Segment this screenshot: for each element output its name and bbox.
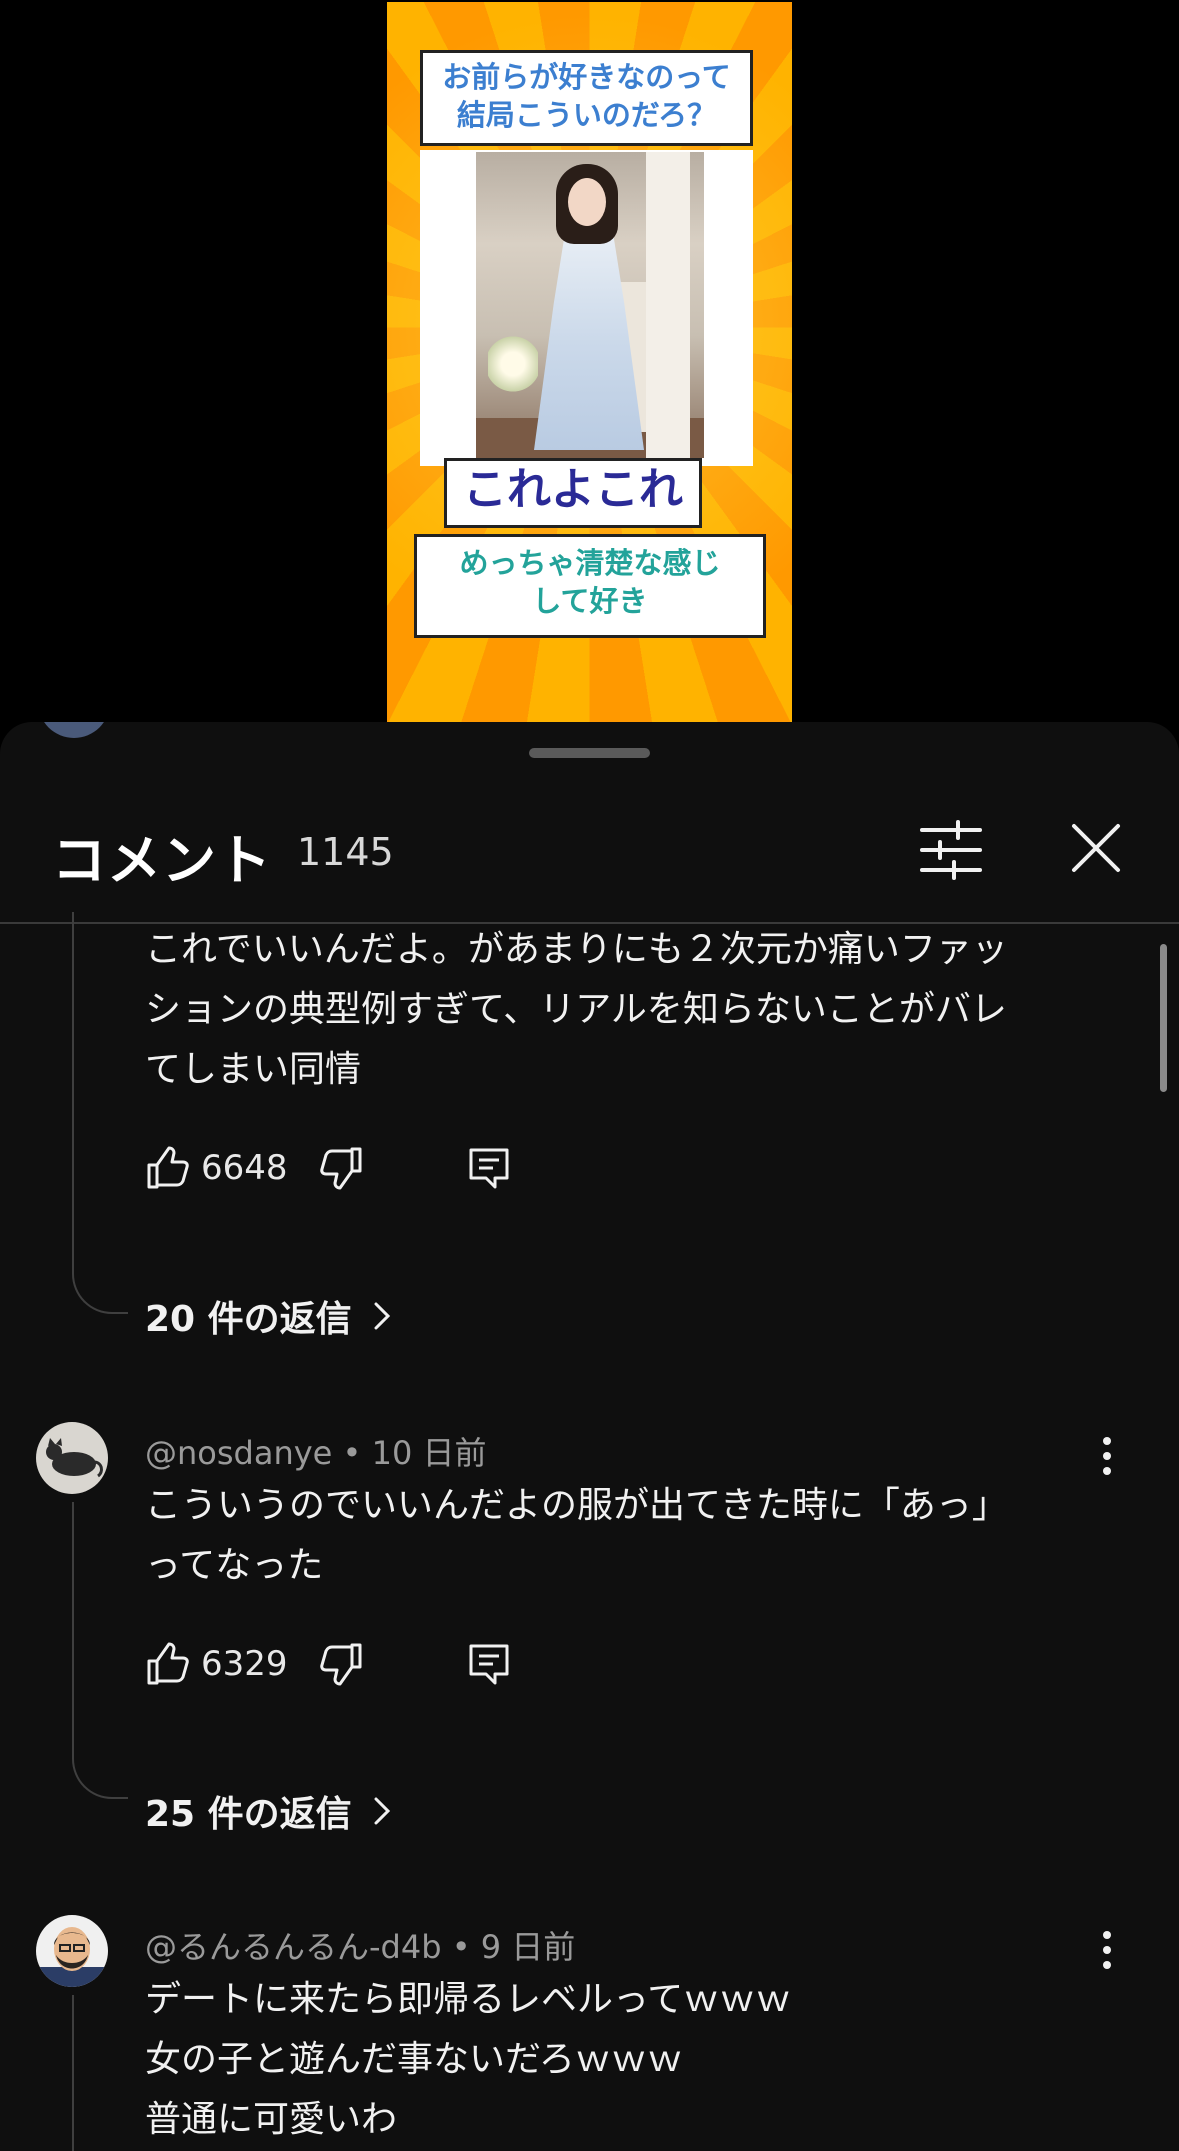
comment-actions: 6648 xyxy=(145,1140,512,1196)
comment-author[interactable]: @nosdanye xyxy=(145,1434,332,1472)
comment-line: こういうのでいいんだよの服が出てきた時に「あっ」 xyxy=(145,1485,1008,1526)
meta-separator: • xyxy=(441,1928,481,1966)
view-replies-link[interactable]: 20 件の返信 xyxy=(145,1290,396,1342)
man-avatar-icon xyxy=(36,1927,108,1987)
caption-top-line2: 結局こういのだろ？ xyxy=(456,97,717,132)
cat-avatar-icon xyxy=(46,1438,103,1478)
more-vert-icon xyxy=(1103,1437,1111,1475)
model-photo xyxy=(476,152,704,458)
video-thumbnail[interactable]: お前らが好きなのって 結局こういのだろ？ これよこれ めっちゃ清楚な感じ して好… xyxy=(387,2,792,725)
comment-author[interactable]: @るんるんるん-d4b xyxy=(145,1928,442,1966)
comment-line: ってなった xyxy=(145,1545,324,1586)
comment-line: デートに来たら即帰るレベルってｗｗｗ xyxy=(145,1979,792,2020)
photo-frame xyxy=(420,150,753,466)
sort-filter-button[interactable] xyxy=(918,820,984,880)
scrollbar[interactable] xyxy=(1160,944,1167,1092)
comment-text: こういうのでいいんだよの服が出てきた時に「あっ」 ってなった xyxy=(145,1476,1008,1596)
like-icon[interactable] xyxy=(145,1641,191,1687)
thread-line xyxy=(72,1502,74,1757)
comments-title: コメント xyxy=(52,829,272,892)
comment-time: 9 日前 xyxy=(480,1928,576,1966)
avatar[interactable] xyxy=(38,722,110,738)
comment-line: てしまい同情 xyxy=(145,1049,362,1090)
comments-count: 1145 xyxy=(297,830,394,874)
close-icon xyxy=(1072,824,1120,872)
video-player[interactable]: お前らが好きなのって 結局こういのだろ？ これよこれ めっちゃ清楚な感じ して好… xyxy=(0,0,1179,735)
comments-panel: コメント 1145 これでいいんだよ。があまりにも２次元か痛いファッ ションの典型… xyxy=(0,722,1179,2151)
avatar[interactable] xyxy=(36,1915,108,1987)
thread-line xyxy=(72,1995,74,2151)
caption-bottom-line1: めっちゃ清楚な感じ xyxy=(459,546,721,580)
comment-text: デートに来たら即帰るレベルってｗｗｗ 女の子と遊んだ事ないだろｗｗｗ 普通に可愛いわ xyxy=(145,1970,791,2150)
close-button[interactable] xyxy=(1070,818,1122,878)
comment-line: 女の子と遊んだ事ないだろｗｗｗ xyxy=(145,2039,683,2080)
meta-separator: • xyxy=(332,1434,372,1472)
caption-top-line1: お前らが好きなのって xyxy=(442,60,731,94)
like-count: 6648 xyxy=(201,1148,288,1188)
sliders-icon xyxy=(920,820,982,880)
thread-curve xyxy=(72,1757,128,1799)
avatar[interactable] xyxy=(36,1422,108,1494)
comment-meta: @nosdanye • 10 日前 xyxy=(145,1428,486,1474)
more-options-button[interactable] xyxy=(1092,1928,1122,1972)
comment-actions: 6329 xyxy=(145,1636,512,1692)
more-options-button[interactable] xyxy=(1092,1434,1122,1478)
thread-curve xyxy=(72,1272,128,1314)
drag-handle[interactable] xyxy=(529,748,650,758)
comment-text: これでいいんだよ。があまりにも２次元か痛いファッ ションの典型例すぎて、リアルを知… xyxy=(145,920,1008,1100)
view-replies-link[interactable]: 25 件の返信 xyxy=(145,1785,396,1837)
comment-line: ションの典型例すぎて、リアルを知らないことがバレ xyxy=(145,989,1007,1030)
more-vert-icon xyxy=(1103,1931,1111,1969)
like-count: 6329 xyxy=(201,1644,288,1684)
caption-bottom-line2: して好き xyxy=(532,583,648,618)
replies-count: 25 件の返信 xyxy=(145,1794,352,1835)
chevron-right-icon xyxy=(374,1302,390,1330)
comment-line: 普通に可愛いわ xyxy=(145,2099,398,2140)
dislike-icon[interactable] xyxy=(318,1641,364,1687)
comment-line: これでいいんだよ。があまりにも２次元か痛いファッ xyxy=(145,929,1008,970)
dislike-icon[interactable] xyxy=(318,1145,364,1191)
like-icon[interactable] xyxy=(145,1145,191,1191)
video-caption-top: お前らが好きなのって 結局こういのだろ？ xyxy=(420,50,753,146)
video-caption-bottom: めっちゃ清楚な感じ して好き xyxy=(414,534,766,638)
replies-count: 20 件の返信 xyxy=(145,1299,352,1340)
thread-line xyxy=(72,912,74,1272)
reply-icon[interactable] xyxy=(466,1641,512,1687)
reply-icon[interactable] xyxy=(466,1145,512,1191)
comment-meta: @るんるんるん-d4b • 9 日前 xyxy=(145,1922,575,1968)
video-caption-mid: これよこれ xyxy=(444,458,702,528)
chevron-right-icon xyxy=(374,1797,390,1825)
comment-time: 10 日前 xyxy=(371,1434,487,1472)
